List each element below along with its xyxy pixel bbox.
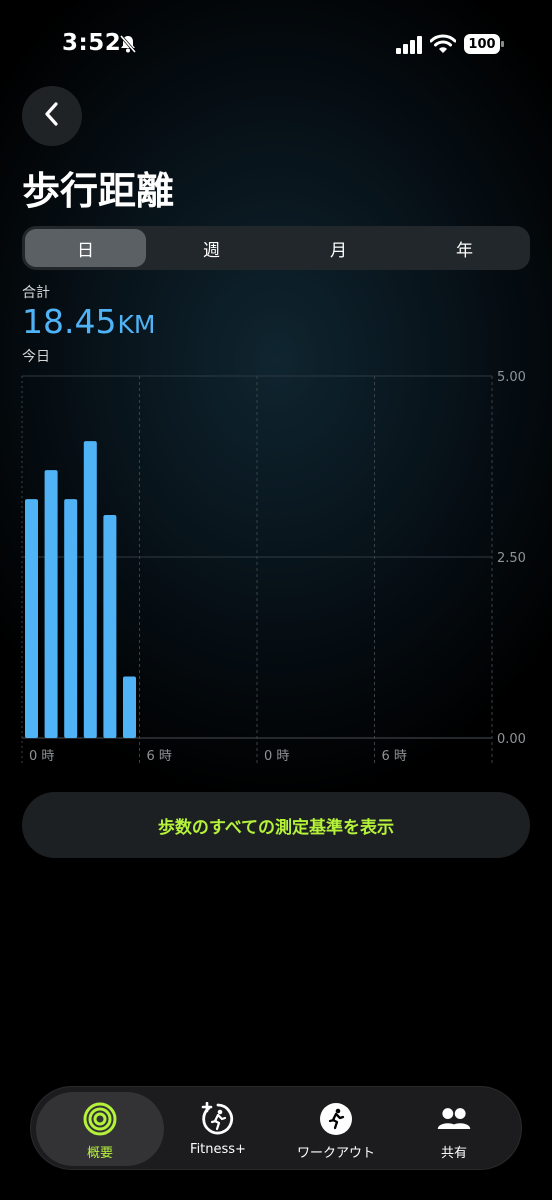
workout-runner-icon [319, 1102, 353, 1136]
x-tick-label: 6 時 [147, 749, 172, 764]
battery-level: 100 [464, 34, 500, 54]
tab-workout-label: ワークアウト [296, 1146, 375, 1161]
chart-bar [123, 676, 136, 738]
y-tick-label: 0.00 [497, 732, 526, 747]
period-segmented-control: 日 週 月 年 [22, 226, 530, 270]
segment-year[interactable]: 年 [404, 229, 525, 267]
silent-bell-icon [118, 34, 138, 54]
tab-sharing-label: 共有 [440, 1146, 467, 1161]
total-label: 合計 [22, 285, 50, 301]
tab-workout[interactable]: ワークアウト [272, 1092, 400, 1166]
total-unit: KM [117, 310, 156, 339]
chevron-left-icon [43, 101, 61, 131]
chart-bar [64, 499, 78, 738]
battery-icon: 100 [464, 34, 504, 54]
sharing-people-icon [437, 1102, 471, 1136]
tab-sharing[interactable]: 共有 [390, 1092, 518, 1166]
segment-week[interactable]: 週 [151, 229, 272, 267]
x-tick-label: 0 時 [264, 749, 289, 764]
chart-bar [103, 515, 117, 738]
chart-svg: 5.00 2.50 0.00 0 時 6 時 0 時 6 時 [21, 370, 526, 766]
total-value: 18.45KM [22, 302, 155, 341]
chart-bar [25, 499, 38, 738]
back-button[interactable] [22, 86, 82, 146]
tab-summary[interactable]: 概要 [36, 1092, 164, 1166]
y-tick-label: 5.00 [497, 370, 526, 385]
tab-fitness-plus[interactable]: Fitness+ [154, 1092, 282, 1166]
tab-bar: 概要 Fitness+ ワークアウト 共有 [30, 1086, 522, 1170]
status-time: 3:52 [62, 30, 122, 56]
chart-bar [44, 470, 58, 738]
fitness-plus-icon [201, 1102, 235, 1136]
activity-rings-icon [83, 1102, 117, 1136]
tab-summary-label: 概要 [86, 1146, 113, 1161]
page-title: 歩行距離 [22, 169, 175, 213]
show-all-metrics-button[interactable]: 歩数のすべての測定基準を表示 [22, 792, 530, 858]
tab-fitness-plus-label: Fitness+ [190, 1142, 246, 1157]
status-bar: 3:52 100 [0, 0, 552, 92]
segment-day[interactable]: 日 [25, 229, 146, 267]
period-label: 今日 [22, 349, 50, 365]
wifi-icon [429, 34, 457, 54]
distance-chart: 5.00 2.50 0.00 0 時 6 時 0 時 6 時 [0, 368, 552, 768]
cellular-signal-icon [396, 36, 424, 54]
total-number: 18.45 [22, 302, 117, 341]
x-tick-label: 6 時 [382, 749, 407, 764]
x-tick-label: 0 時 [29, 749, 54, 764]
y-tick-label: 2.50 [497, 551, 526, 566]
chart-bar [83, 441, 97, 738]
segment-month[interactable]: 月 [278, 229, 399, 267]
